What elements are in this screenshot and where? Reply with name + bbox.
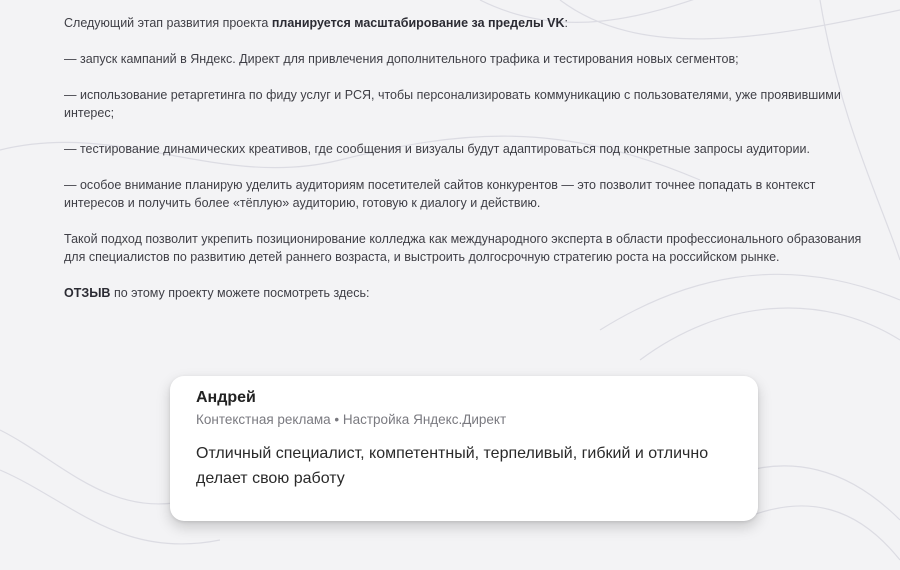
article-body: Следующий этап развития проекта планируе… <box>64 14 864 320</box>
bullet-yandex-direct: — запуск кампаний в Яндекс. Директ для п… <box>64 52 739 66</box>
bullet-dynamic-creatives: — тестирование динамических креативов, г… <box>64 142 810 156</box>
review-text: Отличный специалист, компетентный, терпе… <box>196 445 709 487</box>
intro-suffix: : <box>564 16 568 30</box>
intro-prefix: Следующий этап развития проекта <box>64 16 272 30</box>
review-prompt-bold: ОТЗЫВ <box>64 286 111 300</box>
bullet-competitor-audiences: — особое внимание планирую уделить аудит… <box>64 178 816 210</box>
review-card: Андрей Контекстная реклама • Настройка Я… <box>170 376 758 521</box>
conclusion-paragraph: Такой подход позволит укрепить позициони… <box>64 232 862 264</box>
review-prompt: ОТЗЫВ по этому проекту можете посмотреть… <box>64 284 864 302</box>
review-author: Андрей <box>196 389 256 406</box>
review-prompt-text: по этому проекту можете посмотреть здесь… <box>110 286 370 300</box>
bullet-retargeting: — использование ретаргетинга по фиду усл… <box>64 88 841 120</box>
intro-bold: планируется масштабирование за пределы V… <box>271 16 565 30</box>
review-meta: Контекстная реклама • Настройка Яндекс.Д… <box>196 412 507 427</box>
intro-paragraph: Следующий этап развития проекта планируе… <box>64 14 864 32</box>
